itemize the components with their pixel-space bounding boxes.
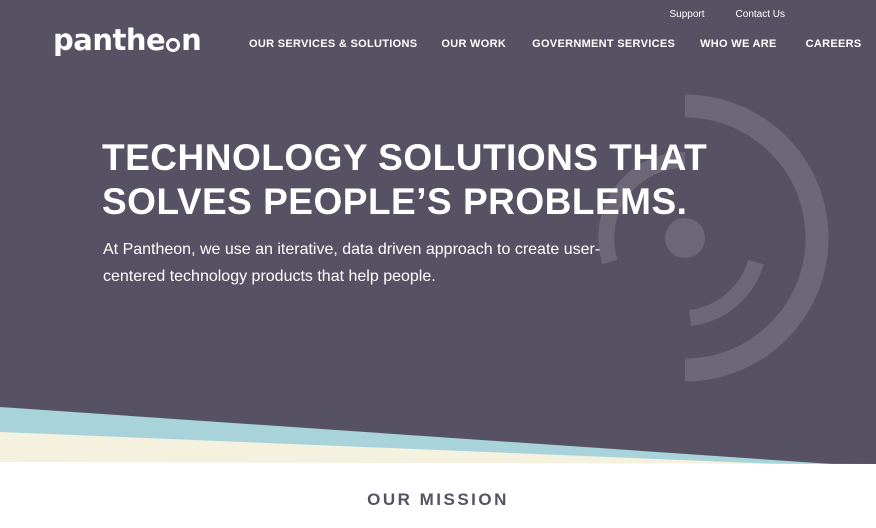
nav-item-careers[interactable]: CAREERS <box>806 38 862 50</box>
hero-title-line-2: SOLVES PEOPLE’S PROBLEMS. <box>102 181 688 222</box>
nav-item-our-work[interactable]: OUR WORK <box>441 38 506 50</box>
utility-nav: Support Contact Us <box>670 9 786 20</box>
hero-section: panthe n Support Contact Us OUR SERVICES … <box>0 0 876 528</box>
nav-item-our-services[interactable]: OUR SERVICES & SOLUTIONS <box>249 38 417 50</box>
hero-subtitle: At Pantheon, we use an iterative, data d… <box>103 241 601 285</box>
hero-title: TECHNOLOGY SOLUTIONS THAT SOLVES PEOPLE’… <box>102 136 707 224</box>
nav-item-who-we-are[interactable]: WHO WE ARE <box>700 38 777 50</box>
logo-text-post: n <box>181 23 202 57</box>
hero-title-line-1: TECHNOLOGY SOLUTIONS THAT <box>102 137 708 178</box>
logo-swirl-icon <box>166 38 181 52</box>
ring-center-dot <box>665 218 705 258</box>
contact-us-link[interactable]: Contact Us <box>736 9 785 20</box>
main-nav: OUR SERVICES & SOLUTIONS OUR WORK GOVERN… <box>249 38 862 50</box>
mission-heading: OUR MISSION <box>367 490 509 509</box>
support-link[interactable]: Support <box>670 9 705 20</box>
logo-text-pre: panthe <box>53 23 166 57</box>
nav-item-government-services[interactable]: GOVERNMENT SERVICES <box>532 38 675 50</box>
pantheon-logo[interactable]: panthe n <box>53 22 202 58</box>
